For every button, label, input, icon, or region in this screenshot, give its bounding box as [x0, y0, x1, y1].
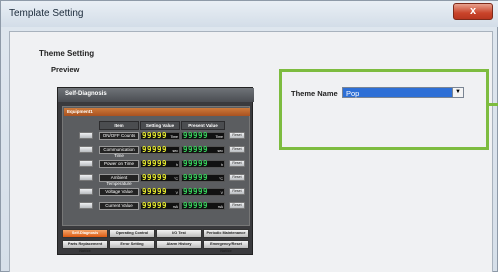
present-unit: sec [217, 149, 223, 153]
template-setting-window: Template Setting x Theme Setting Preview… [0, 0, 498, 272]
setting-value-display: 99999 mA [140, 201, 180, 210]
row-item-label: Communication Time [99, 146, 139, 158]
row-select-button[interactable] [79, 202, 93, 209]
row-item-label: Ambient Temperature [99, 174, 139, 186]
present-unit: h [221, 163, 223, 167]
preview-title: Self-Diagnosis [65, 91, 107, 97]
preview-tab[interactable]: Parts Replacement Notice [62, 240, 108, 253]
setting-unit: °C [174, 177, 178, 181]
reset-button[interactable]: Reset [229, 202, 245, 209]
preview-tab[interactable]: Alarm History [156, 240, 202, 249]
preview-tab[interactable]: I/O Test [156, 229, 202, 238]
reset-button[interactable]: Reset [229, 132, 245, 139]
row-select-button[interactable] [79, 160, 93, 167]
setting-unit: mA [172, 205, 178, 209]
row-item-label: ON/OFF Counts [99, 132, 139, 140]
present-value-display: 99999 sec [181, 145, 225, 154]
preview-tab[interactable]: Error Setting [109, 240, 155, 249]
setting-value-display: 99999 °C [140, 173, 180, 182]
setting-value-display: 99999 sec [140, 145, 180, 154]
setting-unit: sec [172, 149, 178, 153]
window-title: Template Setting [9, 8, 84, 19]
reset-button[interactable]: Reset [229, 174, 245, 181]
row-item-label: Power on Time [99, 160, 139, 168]
highlight-callout-line [489, 103, 498, 106]
equipment-label: Equipment1 [67, 109, 93, 114]
close-icon: x [469, 5, 477, 17]
reset-button[interactable]: Reset [229, 188, 245, 195]
preview-equipment-area: Equipment1 Item Setting Value Present Va… [62, 106, 250, 226]
present-unit: V [220, 191, 223, 195]
setting-value-display: 99999 Time [140, 131, 180, 140]
row-item-label: Current Value [99, 202, 139, 210]
preview-panel: Self-Diagnosis Equipment1 Item Setting V… [57, 87, 254, 255]
setting-unit: V [175, 191, 178, 195]
preview-tab[interactable]: Emergency/Reset Notice [203, 240, 249, 253]
present-value-display: 99999 Time [181, 131, 225, 140]
reset-button[interactable]: Reset [229, 146, 245, 153]
setting-unit: Time [170, 135, 178, 139]
preview-tab[interactable]: Operating Control [109, 229, 155, 238]
highlight-frame [279, 69, 489, 150]
setting-unit: h [176, 163, 178, 167]
preview-tab[interactable]: Self-Diagnosis [62, 229, 108, 238]
header-present-value: Present Value [181, 121, 225, 130]
present-value-display: 99999 mA [181, 201, 225, 210]
preview-title-bar: Self-Diagnosis [58, 88, 254, 102]
row-select-button[interactable] [79, 132, 93, 139]
preview-tab-bar: Self-Diagnosis Operating Control I/O Test P… [62, 229, 250, 253]
row-select-button[interactable] [79, 174, 93, 181]
header-item: Item [99, 121, 139, 130]
close-button[interactable]: x [453, 3, 493, 20]
equipment-header: Equipment1 [64, 108, 250, 116]
header-setting-value: Setting Value [140, 121, 180, 130]
section-heading: Theme Setting [39, 49, 95, 58]
preview-tab[interactable]: Periodic Maintenance [203, 229, 249, 238]
setting-value-display: 99999 V [140, 187, 180, 196]
present-value-display: 99999 h [181, 159, 225, 168]
row-select-button[interactable] [79, 188, 93, 195]
preview-label: Preview [51, 65, 80, 74]
present-value-display: 99999 V [181, 187, 225, 196]
present-value-display: 99999 °C [181, 173, 225, 182]
present-unit: mA [217, 205, 223, 209]
setting-value-display: 99999 h [140, 159, 180, 168]
present-unit: Time [215, 135, 223, 139]
title-bar: Template Setting x [1, 1, 498, 27]
row-select-button[interactable] [79, 146, 93, 153]
row-item-label: Voltage Value [99, 188, 139, 196]
present-unit: °C [219, 177, 223, 181]
reset-button[interactable]: Reset [229, 160, 245, 167]
